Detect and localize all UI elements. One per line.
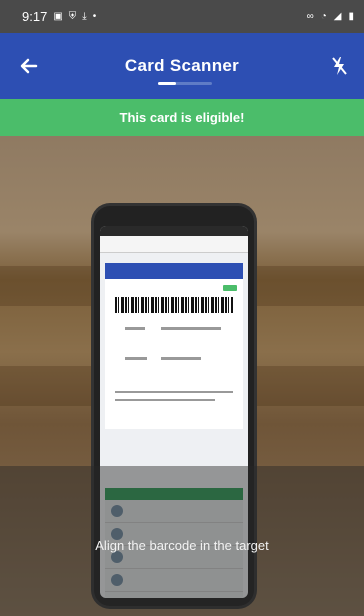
flash-toggle-button[interactable] [324, 51, 354, 81]
status-bar: 9:17 ▣ ⛨ ⤓ • ∞ ◔ ◢ ▮ [0, 0, 364, 33]
phone-text-line [125, 327, 145, 330]
phone-text-line [161, 327, 221, 330]
shield-icon: ⛨ [68, 10, 77, 22]
status-left: 9:17 ▣ ⛨ ⤓ • [22, 9, 96, 24]
phone-text-line [125, 357, 147, 360]
phone-text-line [115, 391, 233, 393]
phone-status-strip [100, 226, 248, 236]
barcode-image [115, 297, 233, 313]
page-indicator [158, 82, 212, 85]
status-right: ∞ ◔ ◢ ▮ [306, 10, 354, 22]
phone-dialog-header [105, 263, 243, 279]
eligibility-banner: This card is eligible! [0, 99, 364, 136]
flash-off-icon [332, 57, 347, 75]
phone-badge [223, 285, 237, 291]
scan-hint: Align the barcode in the target [95, 538, 269, 553]
phone-url-strip [100, 236, 248, 253]
phone-text-line [115, 399, 215, 401]
signal-icon: ◢ [333, 10, 342, 22]
page-indicator-active [158, 82, 176, 85]
status-time: 9:17 [22, 9, 48, 24]
battery-icon: ▮ [348, 10, 354, 22]
app-bar: Card Scanner [0, 33, 364, 99]
page-title: Card Scanner [124, 56, 240, 75]
camera-preview: Align the barcode in the target [0, 136, 364, 616]
wifi-icon: ◔ [320, 10, 327, 22]
phone-dialog-body [105, 279, 243, 429]
dot-icon: • [92, 10, 97, 22]
link-icon: ∞ [306, 10, 314, 22]
image-icon: ▣ [53, 10, 63, 22]
phone-text-line [161, 357, 201, 360]
download-icon: ⤓ [82, 10, 87, 22]
